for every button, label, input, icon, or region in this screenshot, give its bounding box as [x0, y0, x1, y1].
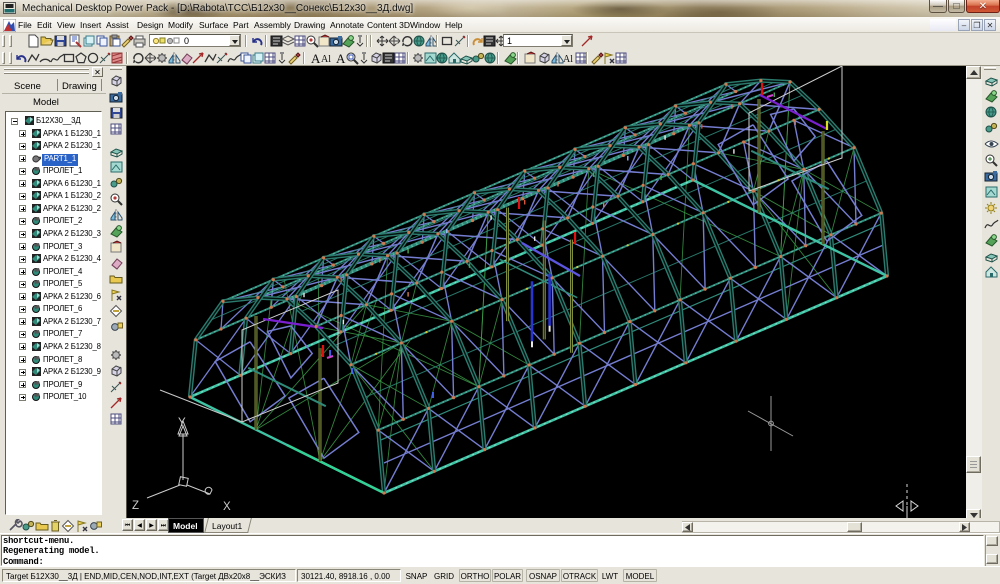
svg-text:Al: Al [321, 54, 331, 65]
svg-text:Z: Z [132, 500, 139, 512]
svg-text:Al: Al [563, 54, 573, 65]
svg-text:X: X [223, 501, 231, 513]
svg-text:Y: Y [178, 417, 186, 429]
